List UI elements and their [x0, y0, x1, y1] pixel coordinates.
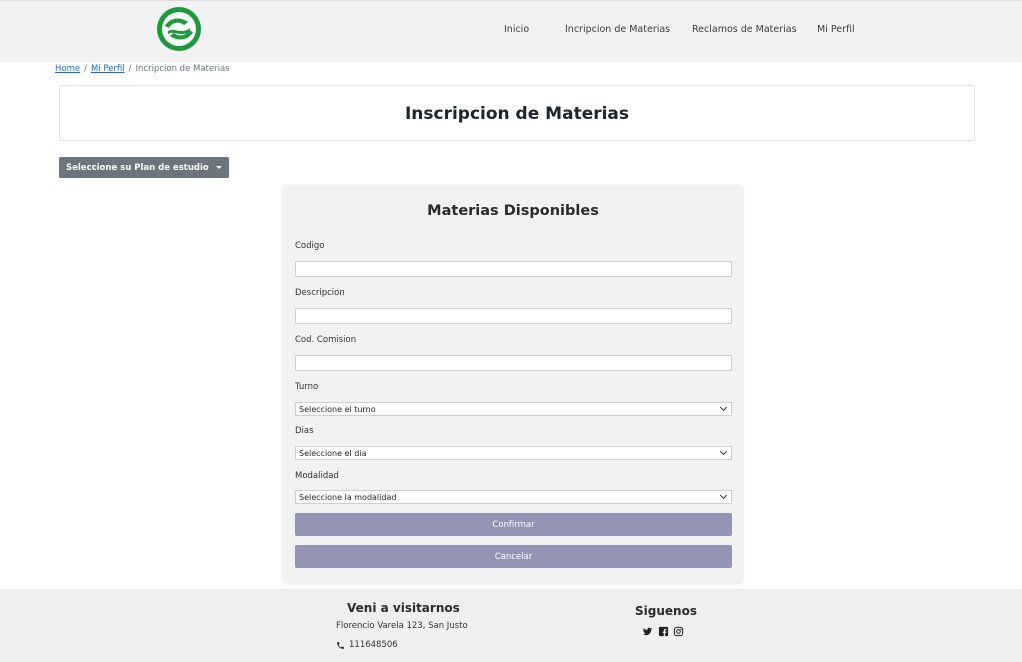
- codigo-label: Codigo: [295, 241, 325, 251]
- descripcion-label: Descripcion: [295, 288, 345, 298]
- modalidad-select-value: Seleccione la modalidad: [299, 492, 397, 502]
- chevron-down-icon: [719, 491, 728, 500]
- turno-label: Turno: [295, 382, 319, 392]
- nav-link-mi-perfil[interactable]: Mi Perfil: [817, 24, 855, 35]
- breadcrumb-separator: /: [84, 64, 87, 74]
- dias-select[interactable]: Seleccione el dia: [295, 446, 732, 460]
- comision-label: Cod. Comision: [295, 335, 357, 345]
- available-subjects-form: Materias Disponibles Codigo Descripcion …: [283, 185, 743, 582]
- comision-input[interactable]: [295, 355, 732, 371]
- descripcion-input[interactable]: [295, 308, 732, 324]
- form-title: Materias Disponibles: [427, 203, 599, 219]
- breadcrumb-profile[interactable]: Mi Perfil: [91, 64, 125, 74]
- confirm-button[interactable]: Confirmar: [295, 513, 732, 536]
- university-logo[interactable]: [156, 6, 202, 52]
- chevron-down-icon: [719, 447, 728, 456]
- modalidad-label: Modalidad: [295, 471, 339, 481]
- turno-select-value: Seleccione el turno: [299, 404, 376, 414]
- instagram-icon[interactable]: [673, 626, 684, 637]
- breadcrumb-separator: /: [128, 64, 132, 74]
- dias-select-value: Seleccione el dia: [299, 448, 367, 458]
- nav-link-inscripcion[interactable]: Incripcion de Materias: [565, 24, 670, 35]
- facebook-icon[interactable]: [658, 626, 669, 637]
- breadcrumb: Home / Mi Perfil / Incripcion de Materias: [55, 64, 230, 74]
- nav-link-reclamos[interactable]: Reclamos de Materias: [692, 24, 797, 35]
- codigo-input[interactable]: [295, 261, 732, 277]
- turno-select[interactable]: Seleccione el turno: [295, 402, 732, 416]
- caret-down-icon: [215, 166, 222, 169]
- visit-title: Veni a visitarnos: [347, 601, 460, 615]
- cancel-button[interactable]: Cancelar: [295, 545, 732, 568]
- study-plan-dropdown-label: Seleccione su Plan de estudio: [66, 162, 209, 173]
- page-title-card: Inscripcion de Materias: [59, 85, 975, 141]
- footer: Veni a visitarnos Florencio Varela 123, …: [0, 589, 1022, 662]
- breadcrumb-current: Incripcion de Materias: [135, 64, 230, 74]
- phone-icon: [337, 642, 344, 649]
- chevron-down-icon: [719, 403, 728, 412]
- breadcrumb-home[interactable]: Home: [55, 64, 80, 74]
- study-plan-dropdown-button[interactable]: Seleccione su Plan de estudio: [59, 157, 229, 178]
- follow-title: Siguenos: [635, 604, 697, 618]
- address-text: Florencio Varela 123, San Justo: [336, 621, 468, 631]
- dias-label: Dias: [295, 426, 314, 436]
- top-navbar: Inicio Incripcion de Materias Reclamos d…: [0, 0, 1022, 62]
- phone-number: 111648506: [349, 640, 398, 650]
- page-title: Inscripcion de Materias: [404, 104, 630, 124]
- twitter-icon[interactable]: [642, 626, 653, 637]
- modalidad-select[interactable]: Seleccione la modalidad: [295, 490, 732, 504]
- nav-link-inicio[interactable]: Inicio: [504, 24, 529, 35]
